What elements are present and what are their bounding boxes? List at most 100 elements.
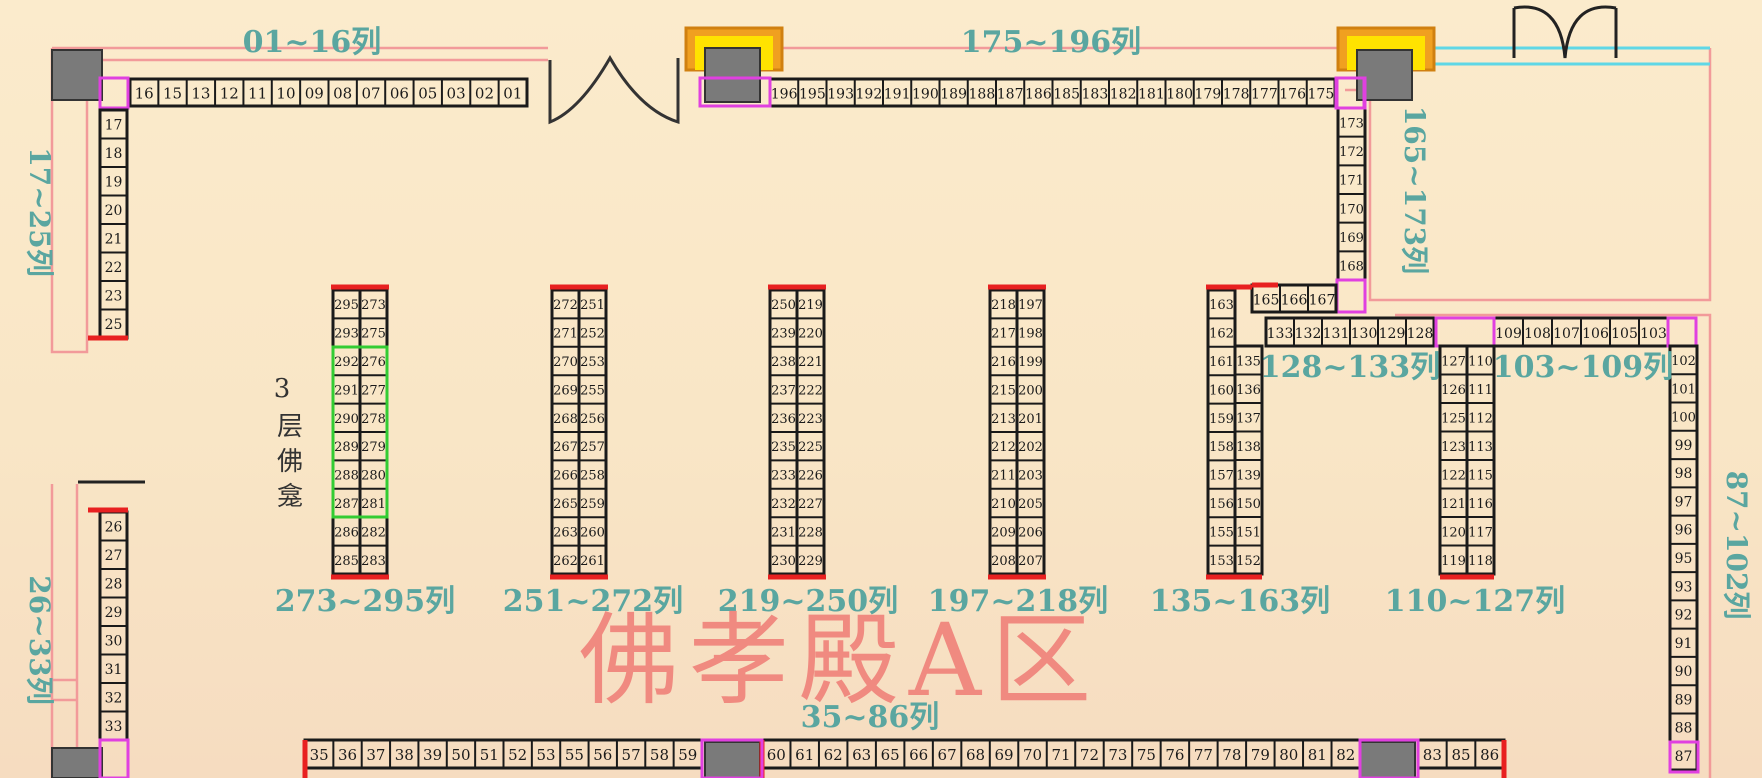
cell-number: 23 [105,288,123,304]
cell-number: 283 [361,554,386,569]
cell-number: 125 [1441,411,1466,426]
cell-number: 219 [798,298,823,313]
cell-number: 269 [553,383,578,398]
cell-number: 291 [334,383,359,398]
cell-number: 205 [1018,497,1043,512]
cell-number: 238 [771,355,796,370]
cell-number: 31 [105,662,123,678]
cell-number: 58 [650,746,669,764]
row-01-16: 16 15 13 12 11 10 09 08 07 06 05 03 02 01 [128,77,529,108]
cell-number: 225 [798,440,823,455]
cell-number: 211 [991,469,1016,484]
cell-number: 33 [105,719,123,735]
cell-number: 210 [991,497,1016,512]
cell-number: 266 [553,469,578,484]
cell-number: 278 [361,412,386,427]
cell-number: 119 [1441,554,1466,569]
cell-number: 221 [798,355,823,370]
cell-number: 261 [580,554,605,569]
cell-number: 93 [1675,579,1693,595]
cell-number: 35 [310,746,329,764]
cell-number: 282 [361,525,386,540]
cell-number: 107 [1553,326,1580,342]
cell-number: 13 [191,85,210,103]
cell-number: 82 [1336,746,1355,764]
cell-number: 150 [1236,497,1261,512]
cell-number: 28 [105,576,123,592]
section-label: 26~33列 [23,575,56,704]
cell-number: 96 [1675,523,1693,539]
cell-number: 161 [1209,355,1234,370]
row-175-196: 196 195 193 192 191 190 189 188 187 186 185 183 182 1… [768,77,1337,108]
double-door-right [1512,5,1618,59]
cell-number: 182 [1110,87,1137,103]
cell-number: 151 [1236,525,1261,540]
cell-number: 228 [798,525,823,540]
cell-number: 85 [1451,746,1470,764]
cell-number: 113 [1468,440,1493,455]
cell-number: 53 [536,746,555,764]
cell-number: 51 [480,746,499,764]
col-110-127-right: 110 111 112 113 115 116 117 118 [1465,344,1496,576]
cell-number: 88 [1675,721,1693,737]
cell-number: 90 [1675,664,1693,680]
cell-number: 05 [418,85,437,103]
cell-number: 258 [580,469,605,484]
cell-number: 97 [1675,494,1693,510]
cell-number: 167 [1309,293,1336,309]
cell-number: 61 [795,746,814,764]
cell-number: 262 [553,554,578,569]
cell-number: 207 [1018,554,1043,569]
cell-number: 208 [991,554,1016,569]
cell-number: 236 [771,412,796,427]
cell-number: 280 [361,469,386,484]
cell-number: 180 [1166,87,1193,103]
cell-number: 171 [1339,174,1364,189]
cell-number: 126 [1441,383,1466,398]
double-col-3-left: 218 217 216 215 213 212 211 210 209 208 [988,288,1019,576]
pillar [704,741,761,778]
cell-number: 178 [1223,87,1250,103]
col-165-173: 173 172 171 170 169 168 [1336,106,1367,282]
shrine-note-4: 龛 [277,482,303,512]
cell-number: 281 [361,497,386,512]
cell-number: 89 [1675,692,1693,708]
cell-number: 213 [991,412,1016,427]
cell-number: 08 [333,85,352,103]
cell-number: 279 [361,440,386,455]
cell-number: 175 [1308,87,1335,103]
floor-plan: 16 15 13 12 11 10 09 08 07 06 05 03 02 01 196 195 193 192… [0,0,1762,778]
cell-number: 162 [1209,327,1234,342]
cell-number: 81 [1308,746,1327,764]
cell-number: 63 [852,746,871,764]
cell-number: 265 [553,497,578,512]
col-135-163-right: 135 136 137 138 139 150 151 152 [1233,344,1264,576]
cell-number: 95 [1675,551,1693,567]
cell-number: 29 [105,605,123,621]
cell-number: 109 [1495,326,1522,342]
cell-number: 223 [798,412,823,427]
cell-number: 271 [553,327,578,342]
cell-number: 57 [622,746,641,764]
pillar [704,47,761,103]
cell-number: 165 [1253,293,1280,309]
cell-number: 191 [884,87,911,103]
double-col-1-right: 251 252 253 255 256 257 258 259 260 261 [577,288,608,576]
cell-number: 117 [1468,525,1493,540]
double-col-1-left: 272 271 270 269 268 267 266 265 263 262 [550,288,581,576]
cell-number: 75 [1137,746,1156,764]
cell-number: 163 [1209,298,1234,313]
cell-number: 120 [1441,525,1466,540]
cell-number: 16 [135,85,154,103]
cell-number: 193 [827,87,854,103]
cell-number: 173 [1339,116,1364,131]
cell-number: 09 [305,85,324,103]
section-label: 135~163列 [1150,584,1330,619]
cell-number: 83 [1423,746,1442,764]
cell-number: 235 [771,440,796,455]
cell-number: 116 [1468,497,1493,512]
cell-number: 227 [798,497,823,512]
cell-number: 37 [366,746,385,764]
hall-title: 佛孝殿A区 [579,602,1101,719]
cell-number: 169 [1339,231,1364,246]
